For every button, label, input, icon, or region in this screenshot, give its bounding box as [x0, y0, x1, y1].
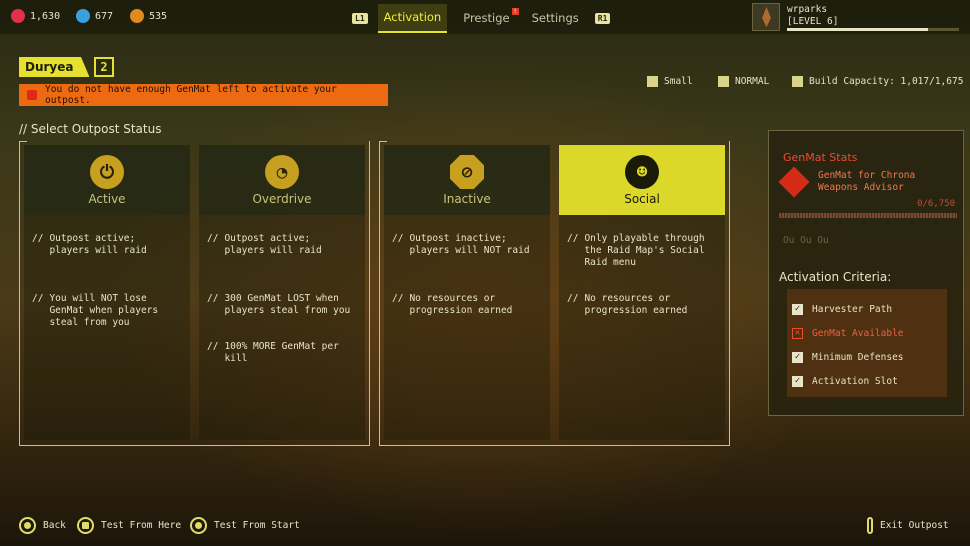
card-label: Inactive	[443, 192, 491, 206]
outpost-difficulty: NORMAL	[718, 76, 769, 87]
footer: Back Test From Here Test From Start Exit…	[0, 512, 970, 540]
check-icon: ✓	[792, 303, 803, 315]
criteria-minimum-defenses: ✓ Minimum Defenses	[787, 345, 947, 369]
tab-settings[interactable]: Settings	[526, 5, 585, 32]
alert-badge: !	[511, 8, 519, 15]
card-body: //Only playable through the Raid Map's S…	[559, 215, 725, 440]
genmat-progress-bar	[779, 213, 957, 218]
card-note: //100% MORE GenMat per kill	[207, 341, 339, 364]
avatar	[752, 3, 780, 31]
card-body: //Outpost inactive; players will NOT rai…	[384, 215, 550, 440]
circle-button-icon	[19, 517, 36, 534]
power-icon: ⏻	[90, 155, 124, 189]
top-bar: 1,630 677 535 L1 Activation Prestige ! S…	[0, 0, 970, 34]
gear-resource-icon	[11, 9, 25, 23]
card-note: //Only playable through the Raid Map's S…	[567, 233, 705, 268]
size-label: Small	[664, 76, 693, 87]
genmat-stats-panel: GenMat Stats GenMat for Chrona Weapons A…	[768, 130, 964, 416]
size-icon	[647, 76, 658, 87]
check-icon: ✓	[792, 375, 803, 387]
power-off-icon: ⊘	[450, 155, 484, 189]
l1-hint[interactable]: L1	[352, 13, 368, 24]
genmat-description: GenMat for Chrona Weapons Advisor	[818, 170, 916, 193]
xp-bar	[787, 28, 959, 31]
resource-value: 535	[149, 10, 168, 22]
user-level: [LEVEL 6]	[787, 16, 839, 27]
difficulty-label: NORMAL	[735, 76, 770, 87]
gauge-icon: ◔	[265, 155, 299, 189]
warning-text: You do not have enough GenMat left to ac…	[45, 84, 337, 106]
shield-resource-icon	[76, 9, 90, 23]
faded-label: Ou Ou Ou	[783, 235, 829, 246]
build-capacity: Build Capacity: 1,017/1,675	[792, 76, 963, 87]
card-header: ⊘ Inactive	[384, 145, 550, 215]
card-label: Active	[88, 192, 126, 206]
card-note: //300 GenMat LOST when players steal fro…	[207, 293, 351, 316]
card-note: //Outpost active; players will raid	[32, 233, 147, 256]
test-from-start-label: Test From Start	[214, 520, 300, 531]
tab-label: Prestige	[463, 11, 510, 25]
square-button-icon	[77, 517, 94, 534]
stick-button-icon	[867, 517, 873, 534]
r1-hint[interactable]: R1	[594, 13, 611, 24]
section-title: // Select Outpost Status	[19, 122, 162, 136]
card-note: //No resources or progression earned	[567, 293, 688, 316]
chip-resource-icon	[130, 9, 144, 23]
test-from-start-button[interactable]: Test From Start	[190, 517, 300, 534]
check-icon: ✓	[792, 351, 803, 363]
genmat-count: 0/6,750	[917, 199, 955, 209]
username: wrparks	[787, 4, 828, 15]
tab-activation[interactable]: Activation	[377, 4, 448, 33]
outpost-size: Small	[647, 76, 693, 87]
exit-outpost-label: Exit Outpost	[880, 520, 949, 531]
card-note: //No resources or progression earned	[392, 293, 513, 316]
card-body: //Outpost active; players will raid //Yo…	[24, 215, 190, 440]
resource-value: 677	[95, 10, 114, 22]
user-profile[interactable]: wrparks [LEVEL 6]	[752, 3, 962, 31]
back-button[interactable]: Back	[19, 517, 66, 534]
resource-chip: 535	[130, 9, 167, 23]
criteria-genmat-available: ✕ GenMat Available	[787, 321, 947, 345]
resource-value: 1,630	[30, 10, 61, 22]
card-header: ◔ Overdrive	[199, 145, 365, 215]
card-label: Overdrive	[252, 192, 312, 206]
activation-criteria-title: Activation Criteria:	[779, 270, 892, 284]
outpost-name: Duryea	[19, 57, 90, 77]
resource-gear: 1,630	[11, 9, 60, 23]
xp-bar-fill	[787, 28, 929, 31]
status-card-social[interactable]: ☻ Social //Only playable through the Rai…	[559, 145, 725, 440]
back-label: Back	[43, 520, 66, 531]
card-label: Social	[624, 192, 660, 206]
card-note: //Outpost active; players will raid	[207, 233, 322, 256]
test-from-here-button[interactable]: Test From Here	[77, 517, 181, 534]
card-note: //You will NOT lose GenMat when players …	[32, 293, 159, 328]
build-capacity-label: Build Capacity: 1,017/1,675	[809, 76, 964, 87]
difficulty-icon	[718, 76, 729, 87]
tab-bar: L1 Activation Prestige ! Settings R1	[352, 4, 611, 33]
criteria-activation-slot: ✓ Activation Slot	[787, 369, 947, 393]
tab-prestige[interactable]: Prestige !	[457, 5, 519, 32]
status-card-active[interactable]: ⏻ Active //Outpost active; players will …	[24, 145, 190, 440]
warning-icon	[27, 90, 37, 100]
test-from-here-label: Test From Here	[101, 520, 182, 531]
criteria-list: ✓ Harvester Path ✕ GenMat Available ✓ Minim…	[787, 289, 947, 397]
card-note: //Outpost inactive; players will NOT rai…	[392, 233, 530, 256]
warning-banner: You do not have enough GenMat left to ac…	[19, 84, 388, 106]
card-header: ☻ Social	[559, 145, 725, 215]
status-card-overdrive[interactable]: ◔ Overdrive //Outpost active; players wi…	[199, 145, 365, 440]
card-body: //Outpost active; players will raid //30…	[199, 215, 365, 440]
status-card-inactive[interactable]: ⊘ Inactive //Outpost inactive; players w…	[384, 145, 550, 440]
criteria-harvester-path: ✓ Harvester Path	[787, 297, 947, 321]
card-header: ⏻ Active	[24, 145, 190, 215]
exit-outpost-button[interactable]: Exit Outpost	[867, 517, 949, 534]
outpost-level: 2	[94, 57, 114, 77]
resource-shield: 677	[76, 9, 113, 23]
triangle-button-icon	[190, 517, 207, 534]
people-icon: ☻	[625, 155, 659, 189]
cross-icon: ✕	[792, 327, 803, 339]
capacity-icon	[792, 76, 803, 87]
genmat-icon	[778, 166, 810, 198]
genmat-stats-title: GenMat Stats	[783, 151, 858, 164]
